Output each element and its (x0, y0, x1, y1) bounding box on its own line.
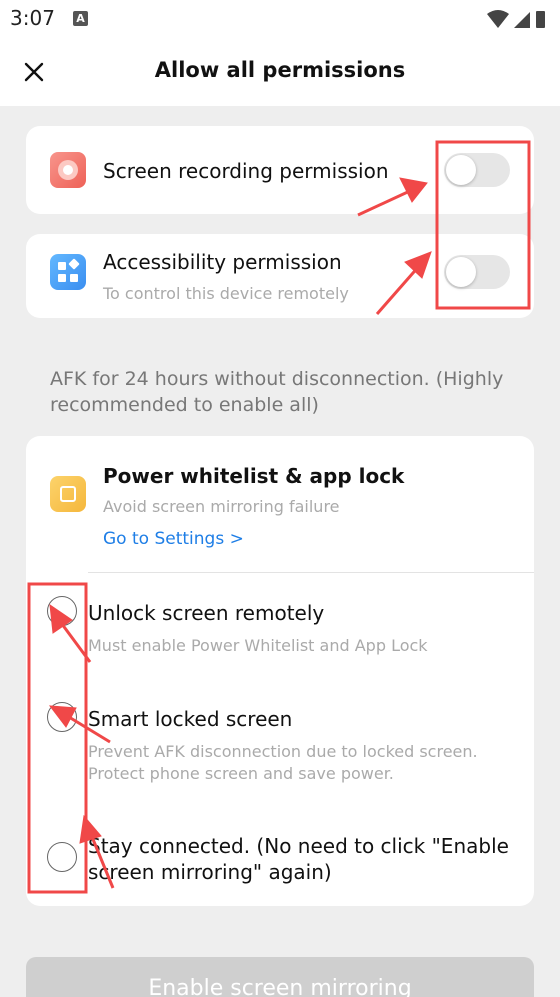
power-whitelist-subtitle: Avoid screen mirroring failure (103, 497, 340, 516)
unlock-screen-title: Unlock screen remotely (88, 601, 325, 625)
go-to-settings-link[interactable]: Go to Settings > (103, 529, 244, 549)
stay-connected-title-line2: screen mirroring" again) (88, 860, 332, 884)
accessibility-label: Accessibility permission (103, 250, 342, 274)
notification-icon: A (73, 11, 88, 26)
smart-locked-radio[interactable] (47, 702, 77, 732)
screen-recording-toggle[interactable] (444, 153, 510, 187)
header-bar: Allow all permissions (0, 38, 560, 106)
accessibility-toggle[interactable] (444, 255, 510, 289)
status-icons (487, 10, 545, 28)
afk-note: AFK for 24 hours without disconnection. … (50, 368, 504, 416)
toggle-knob (446, 155, 476, 185)
unlock-screen-subtitle: Must enable Power Whitelist and App Lock (88, 636, 428, 655)
accessibility-subtitle: To control this device remotely (103, 284, 349, 303)
divider (88, 572, 534, 573)
power-whitelist-card: Power whitelist & app lock Avoid screen … (26, 436, 534, 906)
power-whitelist-title: Power whitelist & app lock (103, 464, 405, 488)
accessibility-card: Accessibility permission To control this… (26, 234, 534, 318)
stay-connected-title-line1: Stay connected. (No need to click "Enabl… (88, 834, 509, 858)
signal-icon (514, 12, 530, 28)
power-whitelist-icon (50, 476, 86, 512)
wifi-icon (487, 10, 509, 28)
status-bar: 3:07 A (0, 0, 560, 38)
smart-locked-subtitle-line1: Prevent AFK disconnection due to locked … (88, 742, 478, 761)
status-time: 3:07 (10, 6, 55, 30)
battery-icon (536, 11, 545, 28)
page-title: Allow all permissions (154, 58, 406, 82)
unlock-screen-radio[interactable] (47, 596, 77, 626)
smart-locked-subtitle-line2: Protect phone screen and save power. (88, 764, 394, 783)
accessibility-icon (50, 254, 86, 290)
screen-recording-icon (50, 152, 86, 188)
screen-recording-label: Screen recording permission (103, 159, 389, 183)
toggle-knob (446, 257, 476, 287)
enable-screen-mirroring-button[interactable]: Enable screen mirroring (26, 957, 534, 997)
screen-recording-card: Screen recording permission (26, 126, 534, 214)
stay-connected-radio[interactable] (47, 842, 77, 872)
smart-locked-title: Smart locked screen (88, 707, 293, 731)
